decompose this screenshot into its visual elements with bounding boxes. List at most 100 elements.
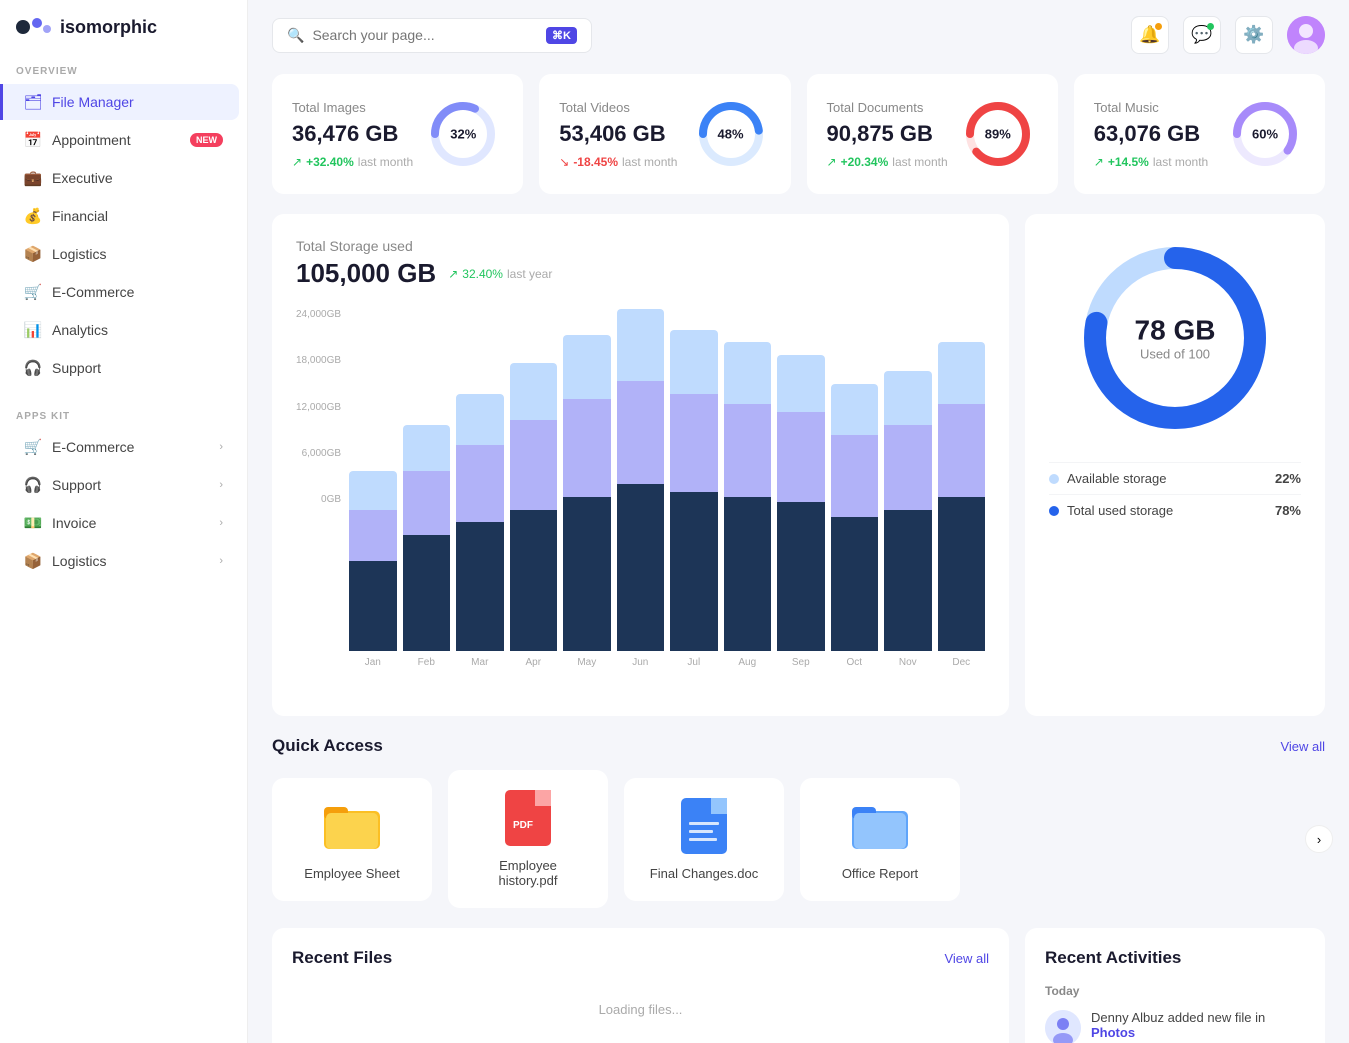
usage-sub: Used of 100 xyxy=(1135,347,1216,362)
bar-group-9: Oct xyxy=(831,384,879,668)
bar-group-11: Dec xyxy=(938,342,986,668)
bar-chart-card: Total Storage used 105,000 GB ↗ 32.40% l… xyxy=(272,214,1009,716)
storage-change-pct: 32.40% xyxy=(462,267,503,281)
search-input[interactable] xyxy=(312,27,538,43)
svg-text:PDF: PDF xyxy=(513,820,533,831)
bar-stack-8 xyxy=(777,355,825,651)
stat-donut-label-0: 32% xyxy=(450,127,476,142)
quick-item-employee-sheet[interactable]: Employee Sheet xyxy=(272,778,432,901)
bar-mid-1 xyxy=(403,471,451,535)
bar-month-10: Nov xyxy=(899,657,917,668)
total-storage-amount: 105,000 GB xyxy=(296,258,436,289)
stat-change-3: ↗ +14.5% last month xyxy=(1094,155,1208,169)
quick-item-pdf[interactable]: PDF Employee history.pdf xyxy=(448,770,608,908)
stat-info-0: Total Images 36,476 GB ↗ +32.40% last mo… xyxy=(292,100,413,169)
sidebar-label-ecommerce2: E-Commerce xyxy=(52,439,134,455)
quick-item-doc[interactable]: Final Changes.doc xyxy=(624,778,784,901)
bar-mid-7 xyxy=(724,404,772,497)
bar-group-4: May xyxy=(563,335,611,668)
cart-icon: 🛒 xyxy=(24,283,42,301)
today-label: Today xyxy=(1045,984,1305,998)
bar-group-0: Jan xyxy=(349,471,397,668)
available-dot xyxy=(1049,474,1059,484)
quick-access-row: Employee Sheet PDF Employee history.pdf xyxy=(272,770,1325,908)
bar-dark-5 xyxy=(617,484,665,651)
bar-mid-10 xyxy=(884,425,932,510)
stat-title-3: Total Music xyxy=(1094,100,1208,115)
message-button[interactable]: 💬 xyxy=(1183,16,1221,54)
stat-cards-row: Total Images 36,476 GB ↗ +32.40% last mo… xyxy=(272,74,1325,194)
bar-light-9 xyxy=(831,384,879,435)
sidebar-item-ecommerce2[interactable]: 🛒 E-Commerce › xyxy=(8,429,239,465)
box-icon: 📦 xyxy=(24,245,42,263)
bar-light-8 xyxy=(777,355,825,412)
bar-month-3: Apr xyxy=(526,657,542,668)
notification-button[interactable]: 🔔 xyxy=(1131,16,1169,54)
bar-stack-11 xyxy=(938,342,986,651)
stat-suffix-0: last month xyxy=(358,155,413,169)
quick-access-next-arrow[interactable]: › xyxy=(1305,825,1333,853)
used-label: Total used storage xyxy=(1067,503,1173,518)
bar-group-7: Aug xyxy=(724,342,772,668)
sidebar-item-support[interactable]: 🎧 Support xyxy=(8,350,239,386)
bar-dark-6 xyxy=(670,492,718,651)
sidebar-item-financial[interactable]: 💰 Financial xyxy=(8,198,239,234)
legend-used: Total used storage 78% xyxy=(1049,494,1301,526)
bar-month-9: Oct xyxy=(847,657,863,668)
activity-item-0: Denny Albuz added new file in Photos 09:… xyxy=(1045,1010,1305,1043)
bar-mid-6 xyxy=(670,394,718,492)
sidebar-item-support2[interactable]: 🎧 Support › xyxy=(8,467,239,503)
appskit-section-label: APPS KIT xyxy=(0,403,247,428)
chevron-right-icon4: › xyxy=(219,555,223,567)
bar-light-10 xyxy=(884,371,932,425)
quick-item-office-report[interactable]: Office Report xyxy=(800,778,960,901)
trend-icon-1: ↘ xyxy=(559,155,569,169)
bar-mid-2 xyxy=(456,445,504,522)
stat-donut-label-1: 48% xyxy=(717,127,743,142)
bar-light-0 xyxy=(349,471,397,510)
bar-light-1 xyxy=(403,425,451,471)
stat-title-1: Total Videos xyxy=(559,100,677,115)
quick-access-header: Quick Access View all xyxy=(272,736,1325,756)
y-label: 6,000GB xyxy=(296,448,341,459)
sidebar-item-appointment[interactable]: 📅 Appointment NEW xyxy=(8,122,239,158)
sidebar-item-executive[interactable]: 💼 Executive xyxy=(8,160,239,196)
bar-stack-2 xyxy=(456,394,504,651)
search-bar[interactable]: 🔍 ⌘K xyxy=(272,18,592,53)
bar-mid-4 xyxy=(563,399,611,497)
quick-item-label-3: Office Report xyxy=(842,866,918,881)
bar-mid-3 xyxy=(510,420,558,510)
headphone2-icon: 🎧 xyxy=(24,476,42,494)
sidebar-label-ecommerce: E-Commerce xyxy=(52,284,134,300)
quick-access-view-all[interactable]: View all xyxy=(1280,739,1325,754)
y-label: 0GB xyxy=(296,494,341,505)
bar-group-3: Apr xyxy=(510,363,558,668)
sidebar-item-logistics[interactable]: 📦 Logistics xyxy=(8,236,239,272)
notification-dot xyxy=(1155,23,1162,30)
sidebar-label-analytics: Analytics xyxy=(52,322,108,338)
bar-group-6: Jul xyxy=(670,330,718,668)
arrow-up-icon: ↗ xyxy=(448,267,458,281)
chevron-right-icon2: › xyxy=(219,479,223,491)
bar-dark-2 xyxy=(456,522,504,651)
recent-files-view-all[interactable]: View all xyxy=(944,951,989,966)
user-avatar[interactable] xyxy=(1287,16,1325,54)
bar-month-8: Sep xyxy=(792,657,810,668)
sidebar-item-analytics[interactable]: 📊 Analytics xyxy=(8,312,239,348)
recent-activities-title: Recent Activities xyxy=(1045,948,1305,968)
bar-dark-10 xyxy=(884,510,932,651)
sidebar-item-logistics2[interactable]: 📦 Logistics › xyxy=(8,543,239,579)
settings-button[interactable]: ⚙️ xyxy=(1235,16,1273,54)
activity-name-0: Denny Albuz added new file in Photos xyxy=(1091,1010,1305,1040)
folder-icon: 🗂 xyxy=(24,93,42,111)
sidebar-item-ecommerce[interactable]: 🛒 E-Commerce xyxy=(8,274,239,310)
sidebar-item-invoice[interactable]: 💵 Invoice › xyxy=(8,505,239,541)
stat-donut-label-3: 60% xyxy=(1252,127,1278,142)
stat-card-0: Total Images 36,476 GB ↗ +32.40% last mo… xyxy=(272,74,523,194)
recent-files-header: Recent Files View all xyxy=(292,948,989,968)
sidebar-item-file-manager[interactable]: 🗂 File Manager xyxy=(0,84,239,120)
bar-mid-8 xyxy=(777,412,825,502)
storage-change: ↗ 32.40% last year xyxy=(448,267,552,281)
sidebar-label-support: Support xyxy=(52,360,101,376)
folder-yellow-icon xyxy=(324,798,380,854)
